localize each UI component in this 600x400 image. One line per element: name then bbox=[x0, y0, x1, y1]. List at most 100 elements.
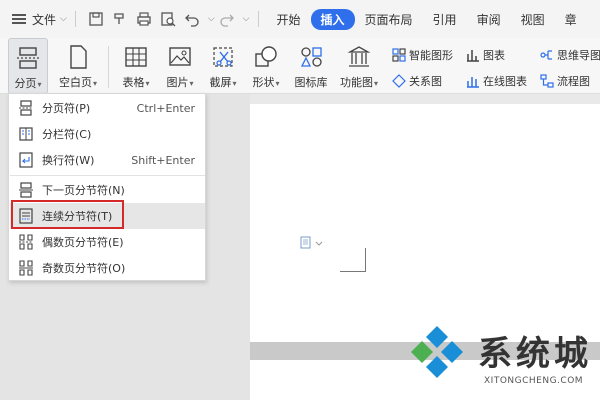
smart-graphic-icon bbox=[392, 48, 406, 62]
redo-icon[interactable] bbox=[219, 11, 235, 27]
tab-references[interactable]: 引用 bbox=[423, 11, 467, 28]
menu-item-label: 下一页分节符(N) bbox=[42, 184, 125, 197]
function-chart-icon bbox=[346, 44, 372, 70]
dropdown-arrow-icon: ▾ bbox=[92, 79, 97, 88]
menu-item-even-page-section-break[interactable]: 偶数页分节符(E) bbox=[10, 229, 205, 255]
online-chart-icon bbox=[467, 77, 479, 88]
toolbar-divider bbox=[257, 11, 259, 27]
online-chart-label: 在线图表 bbox=[483, 75, 527, 88]
page-break-button[interactable]: 分页▾ bbox=[8, 38, 48, 94]
chart-label: 图表 bbox=[483, 49, 505, 62]
screenshot-label: 截屏 bbox=[209, 76, 232, 89]
blank-page-button[interactable]: 空白页▾ bbox=[54, 38, 102, 94]
table-icon bbox=[123, 44, 149, 70]
highlight-box bbox=[11, 200, 124, 229]
page-break-icon bbox=[15, 45, 41, 71]
paragraph-layout-icon[interactable] bbox=[300, 236, 326, 253]
tab-review[interactable]: 审阅 bbox=[467, 11, 511, 28]
next-page-section-break-icon bbox=[18, 182, 34, 198]
tab-insert[interactable]: 插入 bbox=[310, 8, 355, 30]
relation-chart-icon bbox=[392, 74, 406, 88]
function-chart-button[interactable]: 功能图▾ bbox=[336, 38, 382, 94]
menu-item-label: 换行符(W) bbox=[42, 154, 95, 167]
ribbon-divider bbox=[108, 46, 109, 88]
bar-chart-icon bbox=[467, 50, 479, 62]
tab-home[interactable]: 开始 bbox=[267, 11, 311, 28]
menu-item-label: 偶数页分节符(E) bbox=[42, 236, 124, 249]
menu-item-label: 分栏符(C) bbox=[42, 128, 92, 141]
smart-graphic-button[interactable]: 智能图形 bbox=[392, 46, 453, 64]
dropdown-arrow-icon: ▾ bbox=[373, 79, 378, 88]
line-break-icon bbox=[18, 152, 34, 168]
dropdown-arrow-icon: ▾ bbox=[232, 79, 237, 88]
smart-graphic-label: 智能图形 bbox=[409, 49, 453, 62]
undo-icon[interactable] bbox=[184, 11, 200, 27]
menu-item-page-break[interactable]: 分页符(P) Ctrl+Enter bbox=[10, 95, 205, 121]
page-break-icon bbox=[18, 100, 34, 116]
dropdown-arrow-icon: ▾ bbox=[189, 79, 194, 88]
redo-dropdown-icon[interactable]: ⌵ bbox=[243, 14, 250, 24]
mind-map-button[interactable]: 思维导图 bbox=[540, 46, 600, 64]
image-button[interactable]: 图片▾ bbox=[160, 38, 200, 94]
screenshot-icon bbox=[210, 44, 236, 70]
blank-page-label: 空白页 bbox=[58, 76, 92, 89]
shape-button[interactable]: 形状▾ bbox=[246, 38, 286, 94]
menu-bar: 文件 ⌵ ⌵ ⌵ 开始 插入 页面布局 引用 审阅 视图 章 bbox=[0, 0, 600, 38]
menu-item-column-break[interactable]: 分栏符(C) bbox=[10, 121, 205, 147]
print-icon[interactable] bbox=[136, 11, 152, 27]
menu-item-odd-page-section-break[interactable]: 奇数页分节符(O) bbox=[10, 255, 205, 281]
undo-dropdown-icon[interactable]: ⌵ bbox=[208, 14, 215, 24]
shape-icon bbox=[253, 44, 279, 70]
dropdown-arrow-icon: ▾ bbox=[275, 79, 280, 88]
document-page[interactable] bbox=[250, 104, 600, 342]
save-icon[interactable] bbox=[88, 11, 104, 27]
page-break-label: 分页 bbox=[14, 77, 37, 90]
table-button[interactable]: 表格▾ bbox=[116, 38, 156, 94]
icon-library-button[interactable]: 图标库 bbox=[291, 38, 331, 94]
page-break-menu: 分页符(P) Ctrl+Enter 分栏符(C) 换行符(W) Shift+En… bbox=[8, 93, 206, 281]
shape-label: 形状 bbox=[252, 76, 275, 89]
icon-library-icon bbox=[298, 44, 324, 70]
even-page-section-break-icon bbox=[18, 234, 34, 250]
insert-ribbon: 分页▾ 空白页▾ 表格▾ 图片▾ 截屏▾ 形状▾ 图标库 功能图▾ 智能图形 图… bbox=[0, 38, 600, 94]
relation-chart-button[interactable]: 关系图 bbox=[392, 72, 442, 90]
odd-page-section-break-icon bbox=[18, 260, 34, 276]
relation-chart-label: 关系图 bbox=[409, 75, 442, 88]
menu-item-line-break[interactable]: 换行符(W) Shift+Enter bbox=[10, 147, 205, 173]
menu-divider bbox=[10, 175, 205, 176]
dropdown-arrow-icon: ▾ bbox=[37, 80, 42, 89]
tab-view[interactable]: 视图 bbox=[511, 11, 555, 28]
print-preview-icon[interactable] bbox=[160, 11, 176, 27]
watermark-logo bbox=[408, 324, 466, 382]
flowchart-label: 流程图 bbox=[557, 75, 590, 88]
table-label: 表格 bbox=[122, 76, 145, 89]
hamburger-menu-icon[interactable] bbox=[12, 12, 26, 26]
text-margin-mark bbox=[340, 248, 366, 272]
menu-item-shortcut: Shift+Enter bbox=[131, 153, 195, 167]
chevron-down-icon[interactable]: ⌵ bbox=[60, 14, 67, 24]
watermark-title: 系统城 bbox=[478, 334, 592, 374]
image-label: 图片 bbox=[166, 76, 189, 89]
column-break-icon bbox=[18, 126, 34, 142]
format-painter-icon[interactable] bbox=[112, 11, 128, 27]
dropdown-arrow-icon: ▾ bbox=[145, 79, 150, 88]
tab-page-layout[interactable]: 页面布局 bbox=[355, 11, 423, 28]
menu-item-shortcut: Ctrl+Enter bbox=[136, 101, 195, 115]
flowchart-icon bbox=[540, 74, 554, 88]
blank-page-icon bbox=[65, 44, 91, 70]
menu-item-label: 奇数页分节符(O) bbox=[42, 262, 126, 275]
flowchart-button[interactable]: 流程图 bbox=[540, 72, 590, 90]
toolbar-divider bbox=[74, 11, 76, 27]
file-menu[interactable]: 文件 bbox=[32, 11, 56, 28]
chart-button[interactable]: 图表 bbox=[466, 46, 505, 64]
menu-item-label: 分页符(P) bbox=[42, 102, 91, 115]
mind-map-icon bbox=[540, 50, 552, 60]
image-icon bbox=[167, 44, 193, 70]
tab-chapter[interactable]: 章 bbox=[555, 11, 587, 28]
function-chart-label: 功能图 bbox=[339, 76, 373, 89]
mind-map-label: 思维导图 bbox=[557, 49, 600, 62]
icon-library-label: 图标库 bbox=[294, 76, 328, 89]
screenshot-button[interactable]: 截屏▾ bbox=[203, 38, 243, 94]
watermark-subtitle: XITONGCHENG.COM bbox=[484, 376, 584, 386]
online-chart-button[interactable]: 在线图表 bbox=[466, 72, 527, 90]
